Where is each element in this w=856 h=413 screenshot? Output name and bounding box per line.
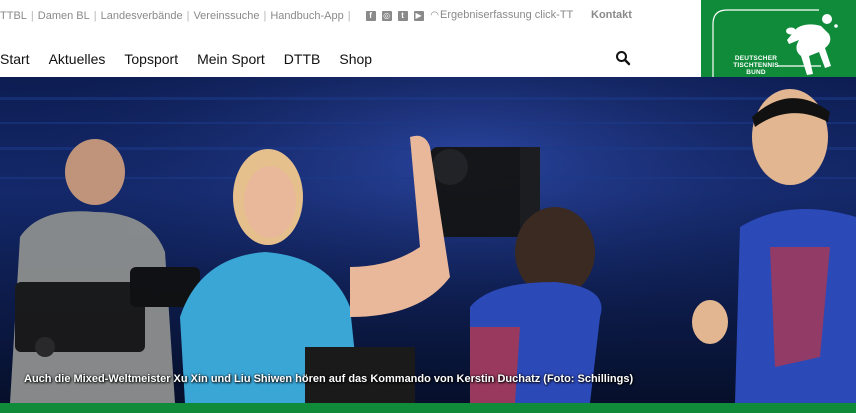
search-icon[interactable] (615, 50, 631, 66)
nav-item-dttb[interactable]: DTTB (284, 51, 321, 67)
nav-item-mein-sport[interactable]: Mein Sport (197, 51, 265, 67)
nav-item-shop[interactable]: Shop (339, 51, 372, 67)
hero-illustration (0, 77, 856, 403)
logo-line-3: BUND (746, 69, 766, 76)
separator: | (186, 10, 190, 22)
facebook-icon[interactable]: f (365, 11, 376, 21)
nav-item-aktuelles[interactable]: Aktuelles (49, 51, 106, 67)
separator: | (93, 10, 97, 22)
top-links: TTBL | Damen BL | Landesverbände | Verei… (0, 10, 355, 22)
top-link-handbuch-app[interactable]: Handbuch-App (270, 10, 343, 22)
instagram-icon[interactable]: ◎ (381, 11, 392, 21)
social-icons: f ◎ t ▶ ◠ (363, 11, 443, 21)
hero-caption: Auch die Mixed-Weltmeister Xu Xin und Li… (24, 373, 634, 385)
nav-item-topsport[interactable]: Topsport (124, 51, 178, 67)
top-link-ttbl[interactable]: TTBL (0, 10, 27, 22)
separator: | (30, 10, 34, 22)
ergebnis-link[interactable]: Ergebniserfassung click-TT (440, 9, 573, 21)
hero-image (0, 77, 856, 403)
kontakt-link[interactable]: Kontakt (591, 9, 632, 21)
logo-line-1: DEUTSCHER (734, 55, 778, 62)
logo-line-2: TISCHTENNIS (733, 62, 779, 69)
logo-text: DEUTSCHER TISCHTENNIS BUND (721, 55, 791, 76)
green-bottom-bar (0, 403, 856, 413)
top-link-vereinssuche[interactable]: Vereinssuche (193, 10, 259, 22)
nav-item-start[interactable]: Start (0, 51, 30, 67)
top-link-damen-bl[interactable]: Damen BL (38, 10, 90, 22)
rss-icon[interactable]: ◠ (430, 11, 440, 21)
top-link-landesverbaende[interactable]: Landesverbände (101, 10, 183, 22)
twitter-icon[interactable]: t (397, 11, 408, 21)
separator: | (347, 10, 351, 22)
youtube-icon[interactable]: ▶ (413, 11, 424, 21)
separator: | (263, 10, 267, 22)
main-nav: Start Aktuelles Topsport Mein Sport DTTB… (0, 46, 391, 72)
